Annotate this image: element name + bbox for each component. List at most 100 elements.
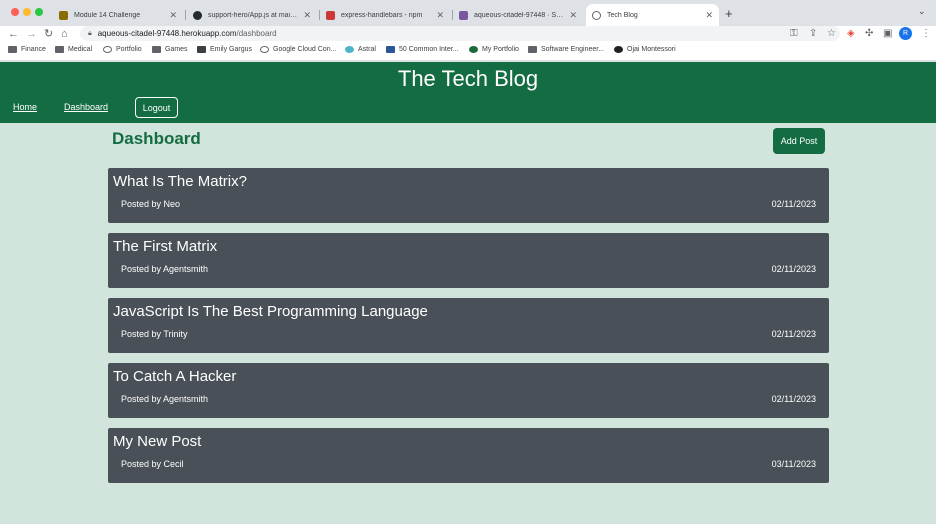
home-icon[interactable]: ⌂ — [61, 27, 68, 41]
bookmark-label: 50 Common Inter... — [399, 46, 459, 53]
post-card[interactable]: JavaScript Is The Best Programming Langu… — [108, 298, 829, 353]
montessori-icon — [614, 46, 623, 53]
tab-search-chevron-icon[interactable]: ⌄ — [918, 6, 926, 17]
url-host: aqueous-citadel-97448.herokuapp.com — [97, 29, 237, 38]
reload-icon[interactable]: ↻ — [44, 27, 53, 41]
puzzle-icon[interactable]: ✣ — [865, 27, 873, 41]
logout-button[interactable]: Logout — [135, 97, 178, 118]
bookmark-google-cloud[interactable]: Google Cloud Con... — [260, 46, 336, 53]
folder-icon — [528, 46, 537, 53]
extension-icon[interactable]: ◈ — [847, 27, 855, 41]
bookmark-label: Finance — [21, 46, 46, 53]
profile-icon — [197, 46, 206, 53]
close-tab-icon[interactable]: ✕ — [436, 10, 444, 21]
bookmark-portfolio[interactable]: Portfolio — [103, 46, 142, 53]
globe-icon — [592, 10, 601, 20]
github-icon — [193, 10, 202, 20]
tab-title: support-hero/App.js at main · r — [208, 11, 298, 19]
page-body: The Tech Blog Home Dashboard Logout Dash… — [0, 62, 936, 524]
dot-icon — [469, 46, 478, 53]
post-date: 02/11/2023 — [771, 264, 816, 274]
add-post-button[interactable]: Add Post — [773, 128, 825, 154]
tab-title: express-handlebars - npm — [341, 11, 423, 19]
globe-icon — [260, 46, 269, 53]
bookmark-label: Medical — [68, 46, 93, 53]
post-title: To Catch A Hacker — [113, 368, 237, 385]
post-card[interactable]: My New Post Posted by Cecil 03/11/2023 — [108, 428, 829, 483]
close-tab-icon[interactable]: ✕ — [169, 10, 177, 21]
share-icon[interactable]: ⇪ — [809, 27, 817, 41]
sidebar-icon[interactable]: ▣ — [883, 27, 892, 41]
bookmark-label: Emily Gargus — [210, 46, 253, 53]
forward-arrow-icon[interactable]: → — [26, 27, 37, 41]
tab-tech-blog[interactable]: Tech Blog ✕ — [586, 4, 719, 26]
menu-kebab-icon[interactable]: ⋮ — [921, 27, 931, 41]
bookmark-label: Software Engineer... — [541, 46, 605, 53]
post-date: 02/11/2023 — [771, 394, 816, 404]
bookmark-label: My Portfolio — [482, 46, 519, 53]
post-card[interactable]: The First Matrix Posted by Agentsmith 02… — [108, 233, 829, 288]
bookmark-my-portfolio[interactable]: My Portfolio — [469, 46, 519, 53]
url-path: /dashboard — [236, 29, 277, 38]
bookmark-software-engineer[interactable]: Software Engineer... — [528, 46, 604, 53]
bookmark-medical[interactable]: Medical — [55, 46, 92, 53]
globe-icon — [103, 46, 112, 53]
post-card[interactable]: To Catch A Hacker Posted by Agentsmith 0… — [108, 363, 829, 418]
module-favicon-icon — [59, 10, 68, 20]
post-title: What Is The Matrix? — [113, 173, 247, 190]
tab-module-14[interactable]: Module 14 Challenge ✕ — [53, 4, 183, 26]
minimize-window-button[interactable] — [23, 8, 31, 16]
tab-express-handlebars[interactable]: express-handlebars - npm ✕ — [320, 4, 450, 26]
post-author: Posted by Agentsmith — [121, 264, 209, 274]
back-arrow-icon[interactable]: ← — [8, 27, 19, 41]
chart-icon — [386, 46, 395, 53]
post-title: JavaScript Is The Best Programming Langu… — [113, 303, 428, 320]
bookmark-label: Google Cloud Con... — [273, 46, 337, 53]
bookmark-emily-gargus[interactable]: Emily Gargus — [197, 46, 252, 53]
close-tab-icon[interactable]: ✕ — [303, 10, 311, 21]
bookmarks-bar: Finance Medical Portfolio Games Emily Ga… — [0, 42, 936, 61]
folder-icon — [152, 46, 161, 53]
bookmark-label: Ojai Montessori — [627, 46, 676, 53]
bookmark-label: Portfolio — [116, 46, 142, 53]
post-author: Posted by Trinity — [121, 329, 188, 339]
post-date: 02/11/2023 — [771, 199, 816, 209]
site-header: The Tech Blog Home Dashboard Logout — [0, 62, 936, 123]
tab-title: aqueous-citadel-97448 · Settin — [474, 11, 564, 19]
new-tab-icon[interactable]: + — [725, 6, 733, 21]
page-title: Dashboard — [112, 129, 201, 148]
post-card[interactable]: What Is The Matrix? Posted by Neo 02/11/… — [108, 168, 829, 223]
bookmark-label: Astral — [358, 46, 376, 53]
close-window-button[interactable] — [11, 8, 19, 16]
bookmark-ojai-montessori[interactable]: Ojai Montessori — [614, 46, 676, 53]
bookmark-astral[interactable]: Astral — [345, 46, 376, 53]
browser-toolbar: ← → ↻ ⌂ 🔒︎ aqueous-citadel-97448.herokua… — [0, 26, 936, 42]
nav-home-link[interactable]: Home — [13, 102, 37, 112]
address-bar[interactable]: 🔒︎ aqueous-citadel-97448.herokuapp.com/d… — [80, 26, 840, 41]
post-author: Posted by Cecil — [121, 459, 184, 469]
heroku-icon — [459, 10, 468, 20]
tab-heroku-settings[interactable]: aqueous-citadel-97448 · Settin ✕ — [453, 4, 583, 26]
bookmark-games[interactable]: Games — [152, 46, 188, 53]
post-date: 02/11/2023 — [771, 329, 816, 339]
tab-support-hero[interactable]: support-hero/App.js at main · r ✕ — [187, 4, 317, 26]
site-title: The Tech Blog — [397, 66, 539, 91]
key-icon[interactable]: ⚿ — [790, 27, 798, 41]
close-tab-icon[interactable]: ✕ — [569, 10, 577, 21]
npm-icon — [326, 10, 335, 20]
astral-icon — [345, 46, 354, 53]
post-author: Posted by Neo — [121, 199, 181, 209]
profile-avatar[interactable]: R — [899, 27, 912, 40]
bookmark-finance[interactable]: Finance — [8, 46, 46, 53]
folder-icon — [8, 46, 17, 53]
tab-title: Tech Blog — [607, 11, 638, 19]
post-author: Posted by Agentsmith — [121, 394, 209, 404]
post-list: What Is The Matrix? Posted by Neo 02/11/… — [108, 168, 829, 493]
tab-title: Module 14 Challenge — [74, 11, 141, 19]
bookmark-50-common[interactable]: 50 Common Inter... — [386, 46, 459, 53]
close-tab-icon[interactable]: ✕ — [705, 10, 713, 21]
maximize-window-button[interactable] — [35, 8, 43, 16]
bookmark-star-icon[interactable]: ☆ — [827, 27, 836, 41]
post-date: 03/11/2023 — [771, 459, 816, 469]
nav-dashboard-link[interactable]: Dashboard — [64, 102, 108, 112]
